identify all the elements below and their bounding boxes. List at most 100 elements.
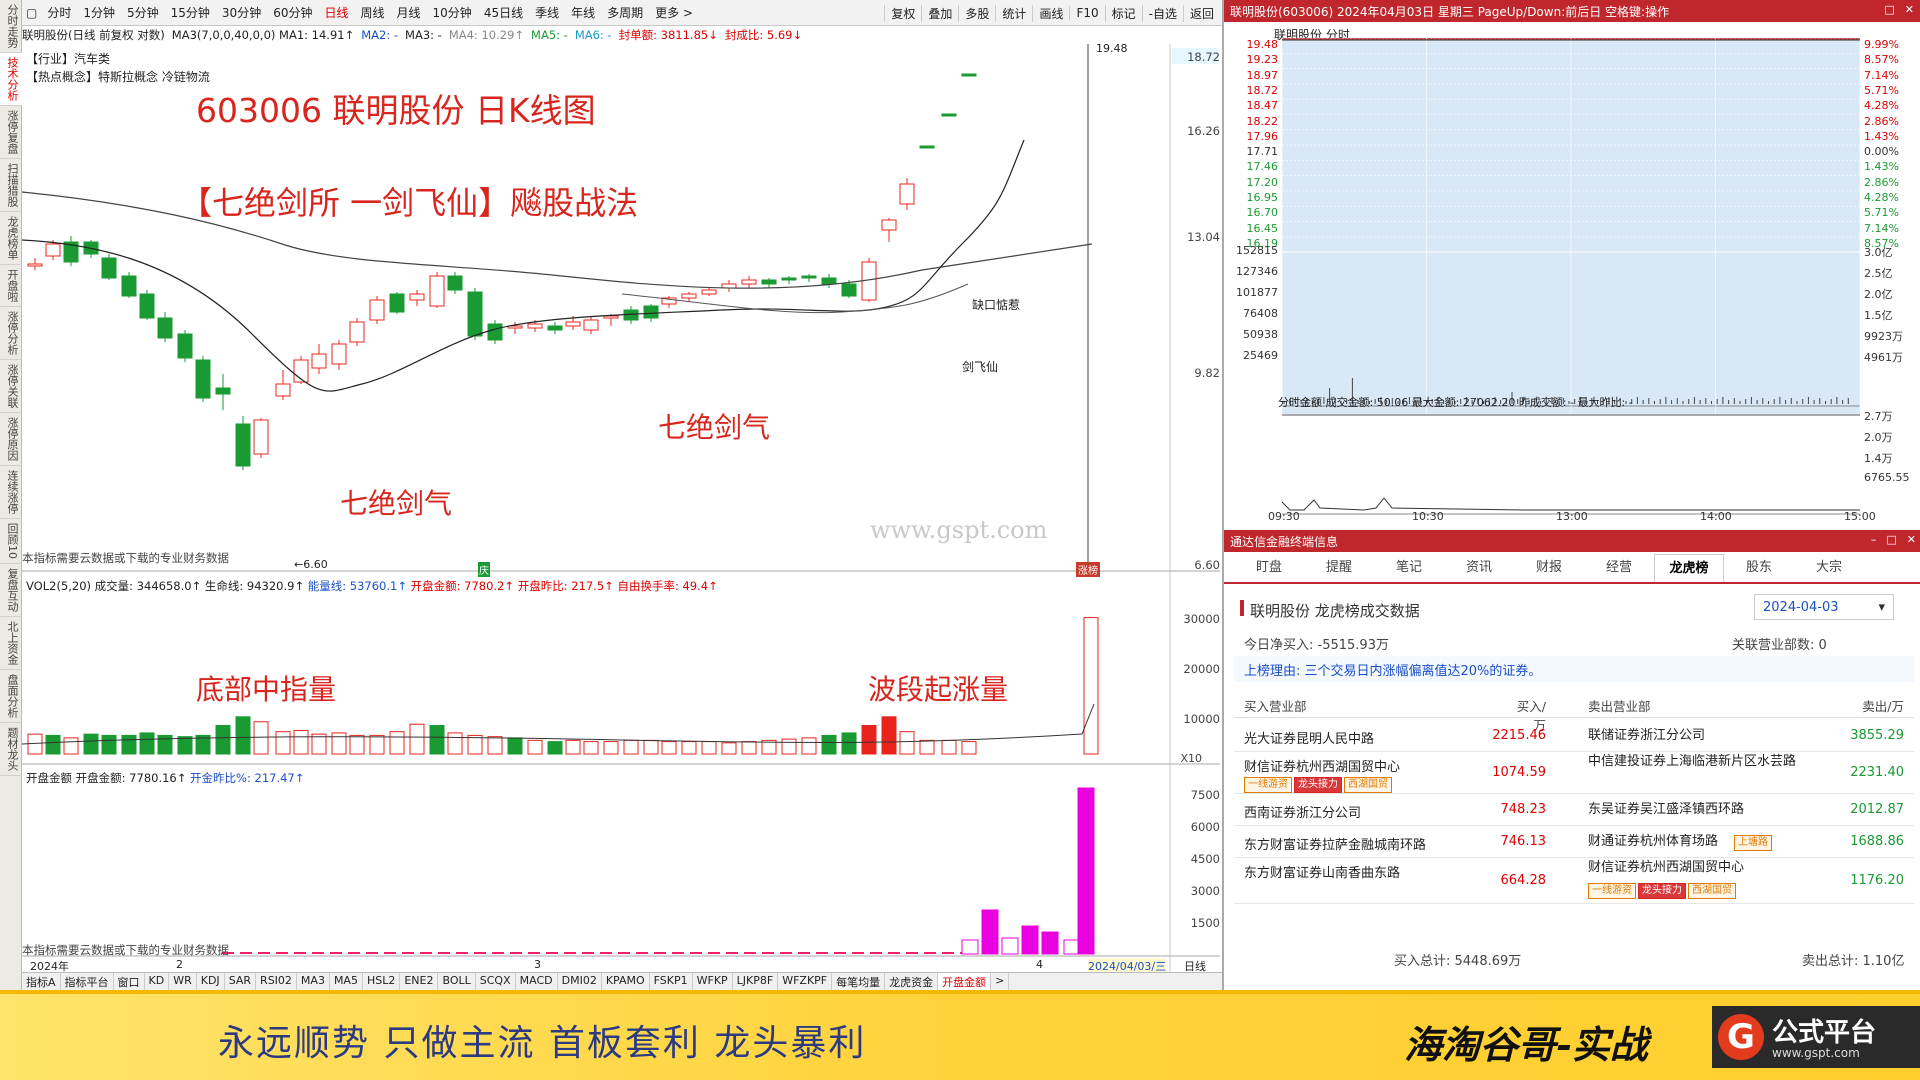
indicator-tab-20[interactable]: WFZKPF — [778, 973, 833, 990]
indicator-tab-4[interactable]: WR — [169, 973, 197, 990]
indicator-tab-5[interactable]: KDJ — [197, 973, 225, 990]
sidebar-item-9[interactable]: 连续涨停 — [0, 466, 22, 519]
open-amount-bar — [1021, 925, 1039, 955]
ma5-value: MA5: - — [531, 28, 568, 42]
period-tab-4[interactable]: 30分钟 — [216, 4, 267, 21]
period-tab-7[interactable]: 周线 — [355, 4, 391, 21]
tool-button-5[interactable]: F10 — [1069, 6, 1104, 20]
period-tab-9[interactable]: 10分钟 — [427, 4, 478, 21]
indicator-tab-12[interactable]: BOLL — [438, 973, 476, 990]
indicator-tab-22[interactable]: 龙虎资金 — [885, 973, 939, 990]
sidebar-item-13[interactable]: 盘面分析 — [0, 670, 22, 723]
layout-icon[interactable]: ▢ — [22, 6, 41, 20]
sidebar-item-12[interactable]: 北上资金 — [0, 617, 22, 670]
lhb-tab-8[interactable]: 大宗 — [1794, 554, 1864, 582]
indicator-tab-13[interactable]: SCQX — [476, 973, 516, 990]
sidebar-item-3[interactable]: 扫描猎股 — [0, 159, 22, 212]
branch-tag: 西湖国贸 — [1688, 883, 1736, 899]
indicator-tab-18[interactable]: WFKP — [693, 973, 733, 990]
volume-bar — [801, 737, 817, 755]
indicator-tab-23[interactable]: 开盘金额 — [938, 973, 992, 990]
period-tab-6[interactable]: 日线 — [318, 4, 354, 21]
indicator-tab-14[interactable]: MACD — [516, 973, 558, 990]
period-tab-0[interactable]: 分时 — [41, 4, 77, 21]
lhb-tab-2[interactable]: 笔记 — [1374, 554, 1444, 582]
sidebar-item-10[interactable]: 回顾10 — [0, 519, 22, 564]
intraday-chart[interactable] — [1224, 22, 1920, 530]
indicator-tab-1[interactable]: 指标平台 — [61, 973, 114, 990]
period-tab-11[interactable]: 季线 — [529, 4, 565, 21]
sidebar-item-11[interactable]: 复盘互动 — [0, 564, 22, 617]
intraday-time-0: 09:30 — [1268, 510, 1300, 523]
kline-candle — [349, 321, 365, 343]
maximize-icon[interactable]: □ — [1886, 533, 1896, 546]
lhb-tab-4[interactable]: 财报 — [1514, 554, 1584, 582]
indicator-tab-0[interactable]: 指标A — [22, 973, 61, 990]
tool-button-1[interactable]: 叠加 — [921, 4, 958, 22]
sidebar-item-4[interactable]: 龙虎榜单 — [0, 212, 22, 265]
sidebar-item-7[interactable]: 涨停关联 — [0, 360, 22, 413]
date-select[interactable]: 2024-04-03 ▾ — [1754, 594, 1894, 620]
indicator-tab-10[interactable]: HSL2 — [363, 973, 401, 990]
close-icon[interactable]: ✕ — [1905, 3, 1914, 16]
strategy-subtitle: 【七绝剑所 一剑飞仙】飚股战法 — [180, 184, 639, 222]
lhb-tab-7[interactable]: 股东 — [1724, 554, 1794, 582]
buy-branch: 东方财富证券拉萨金融城南环路 — [1244, 838, 1427, 853]
indicator-tab-8[interactable]: MA3 — [297, 973, 330, 990]
lhb-table-row[interactable]: 东方财富证券拉萨金融城南环路 746.13 财通证券杭州体育场路 1688.86 上塘路 — [1234, 826, 1914, 858]
lhb-tab-0[interactable]: 盯盘 — [1234, 554, 1304, 582]
period-tab-2[interactable]: 5分钟 — [121, 4, 165, 21]
lhb-tab-1[interactable]: 提醒 — [1304, 554, 1374, 582]
indicator-tab-16[interactable]: KPAMO — [602, 973, 650, 990]
lhb-tab-5[interactable]: 经营 — [1584, 554, 1654, 582]
lhb-table-row[interactable]: 财信证券杭州西湖国贸中心 1074.59 中信建投证券上海临港新片区水芸路 2231.… — [1234, 752, 1914, 794]
period-tab-14[interactable]: 更多 > — [649, 4, 699, 21]
high-price-label: 19.48 — [1096, 42, 1128, 55]
period-tab-1[interactable]: 1分钟 — [77, 4, 121, 21]
tool-button-4[interactable]: 画线 — [1032, 4, 1069, 22]
period-tab-10[interactable]: 45日线 — [478, 4, 529, 21]
period-tab-3[interactable]: 15分钟 — [165, 4, 216, 21]
sidebar-item-0[interactable]: 分时走势 — [0, 0, 22, 53]
indicator-tab-15[interactable]: DMI02 — [558, 973, 602, 990]
indicator-tab-24[interactable]: > — [991, 973, 1010, 990]
sidebar-item-5[interactable]: 开盘啦 — [0, 265, 22, 307]
indicator-tab-3[interactable]: KD — [145, 973, 170, 990]
sidebar-item-6[interactable]: 涨停分析 — [0, 307, 22, 360]
intraday-left-axis-0: 19.48 — [1246, 38, 1279, 51]
indicator-tab-17[interactable]: FSKP1 — [650, 973, 693, 990]
sidebar-item-1[interactable]: 技术分析 — [0, 53, 22, 106]
period-tab-5[interactable]: 60分钟 — [267, 4, 318, 21]
indicator-tab-19[interactable]: LJKP8F — [733, 973, 779, 990]
turnover-rate: 自由换手率: 49.4↑ — [617, 579, 718, 593]
branch-tag: 一线游资 — [1588, 883, 1636, 899]
indicator-tab-9[interactable]: MA5 — [330, 973, 363, 990]
lhb-table-row[interactable]: 西南证券浙江分公司 748.23 东吴证券吴江盛泽镇西环路 2012.87 — [1234, 794, 1914, 826]
lhb-table-row[interactable]: 光大证券昆明人民中路 2215.46 联储证券浙江分公司 3855.29 — [1234, 720, 1914, 752]
close-icon[interactable]: ✕ — [1907, 533, 1916, 546]
indicator-tab-11[interactable]: ENE2 — [400, 973, 439, 990]
minimize-icon[interactable]: □ — [1884, 3, 1894, 16]
sidebar-item-14[interactable]: 题材龙头 — [0, 723, 22, 776]
lhb-table-row[interactable]: 东方财富证券山南香曲东路 664.28 财信证券杭州西湖国贸中心 1176.20 一线游… — [1234, 858, 1914, 904]
tool-button-3[interactable]: 统计 — [995, 4, 1032, 22]
indicator-tab-7[interactable]: RSI02 — [256, 973, 297, 990]
lhb-tab-6[interactable]: 龙虎榜 — [1654, 554, 1724, 582]
period-tab-12[interactable]: 年线 — [565, 4, 601, 21]
indicator-tab-2[interactable]: 窗口 — [114, 973, 145, 990]
intraday-time-4: 15:00 — [1844, 510, 1876, 523]
sidebar-item-2[interactable]: 涨停复盘 — [0, 106, 22, 159]
tool-button-6[interactable]: 标记 — [1104, 4, 1142, 22]
minimize-icon[interactable]: – — [1871, 533, 1877, 546]
period-tab-13[interactable]: 多周期 — [601, 4, 649, 21]
indicator-tab-6[interactable]: SAR — [225, 973, 257, 990]
lhb-tab-3[interactable]: 资讯 — [1444, 554, 1514, 582]
indicator-tab-21[interactable]: 每笔均量 — [832, 973, 886, 990]
open-amount-tick — [744, 952, 756, 954]
tool-button-7[interactable]: -自选 — [1141, 4, 1183, 22]
tool-button-8[interactable]: 返回 — [1182, 4, 1220, 22]
sidebar-item-8[interactable]: 涨停原因 — [0, 413, 22, 466]
tool-button-2[interactable]: 多股 — [958, 4, 995, 22]
tool-button-0[interactable]: 复权 — [884, 4, 921, 22]
period-tab-8[interactable]: 月线 — [391, 4, 427, 21]
